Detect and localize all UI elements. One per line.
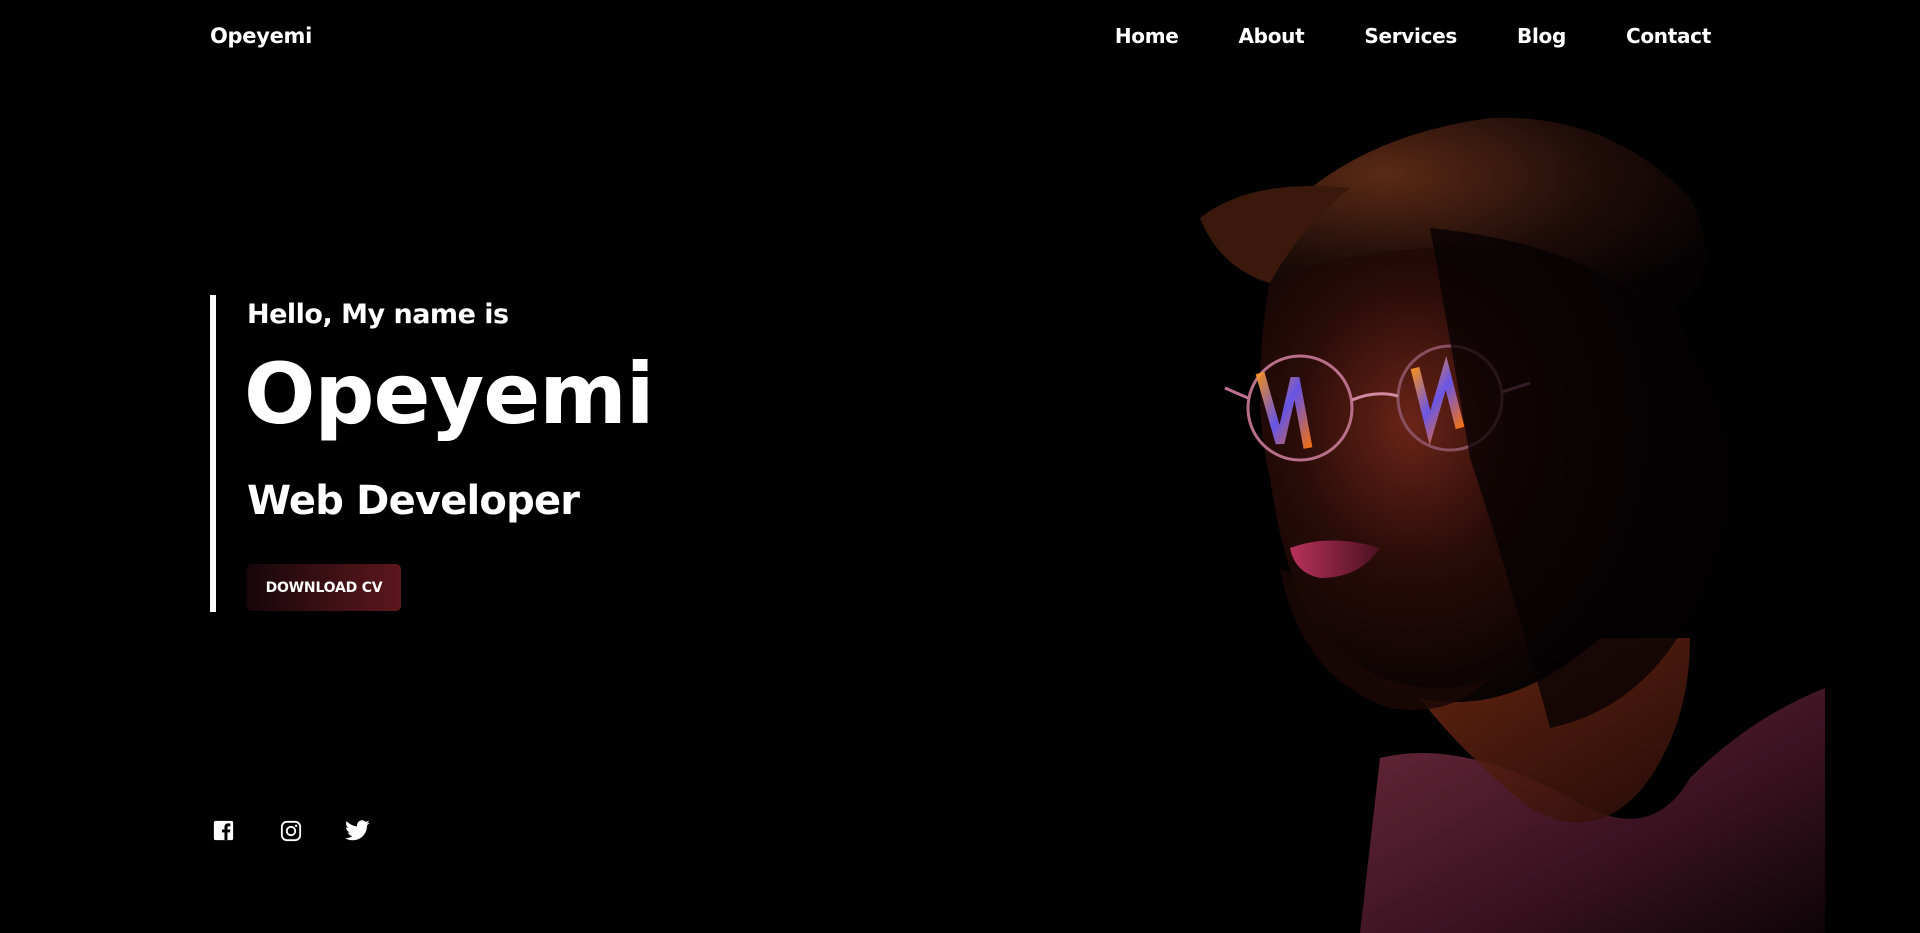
hero-role: Web Developer [247, 478, 580, 524]
nav-blog[interactable]: Blog [1517, 24, 1566, 48]
download-cv-button[interactable]: DOWNLOAD CV [247, 564, 401, 611]
instagram-icon [280, 820, 302, 842]
nav-about[interactable]: About [1239, 24, 1305, 48]
portrait-image [1130, 78, 1825, 933]
hero-greeting: Hello, My name is [247, 299, 509, 330]
social-links [212, 819, 370, 842]
page: Opeyemi Home About Services Blog Contact [0, 0, 1920, 933]
hero-name: Opeyemi [244, 345, 655, 443]
main-nav: Home About Services Blog Contact [1115, 24, 1711, 48]
hero-section: Hello, My name is Opeyemi Web Developer … [210, 295, 810, 612]
nav-contact[interactable]: Contact [1626, 24, 1711, 48]
facebook-icon [213, 820, 234, 841]
hero-accent-bar [210, 295, 216, 612]
nav-home[interactable]: Home [1115, 24, 1179, 48]
twitter-link[interactable] [345, 819, 370, 842]
site-logo[interactable]: Opeyemi [210, 24, 312, 48]
nav-services[interactable]: Services [1364, 24, 1457, 48]
twitter-icon [345, 820, 370, 841]
facebook-link[interactable] [212, 819, 235, 842]
instagram-link[interactable] [279, 819, 302, 842]
